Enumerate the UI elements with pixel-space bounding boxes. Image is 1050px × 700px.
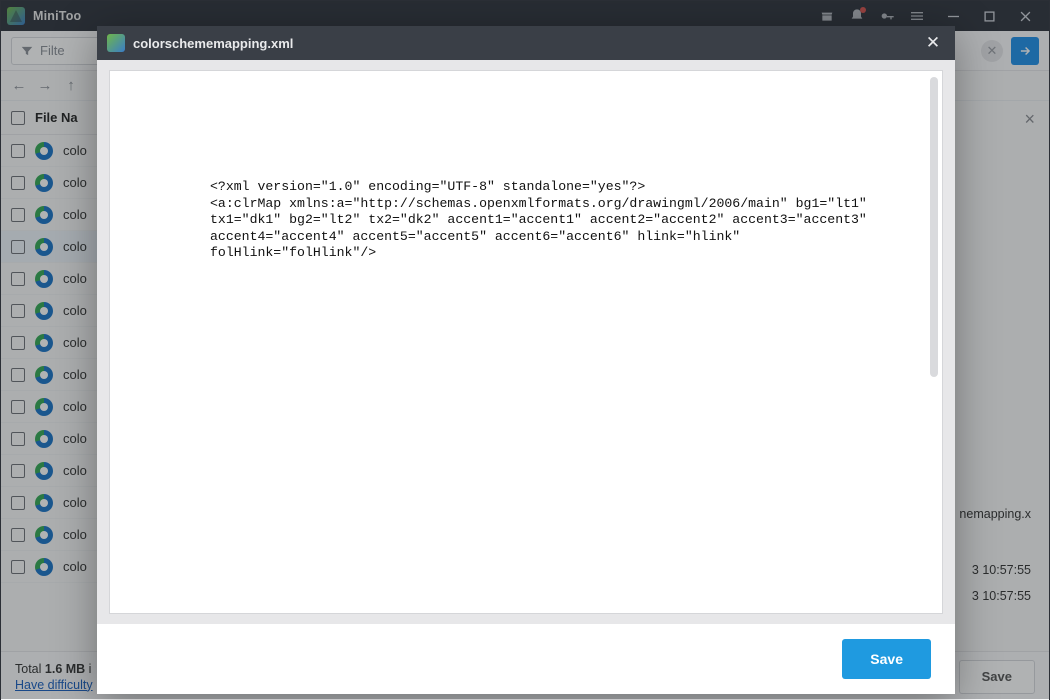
app-window: MiniToo Filte ✕ ← → ↑: [0, 0, 1050, 700]
document-preview: <?xml version="1.0" encoding="UTF-8" sta…: [109, 70, 943, 614]
xml-content[interactable]: <?xml version="1.0" encoding="UTF-8" sta…: [110, 71, 942, 262]
preview-modal: colorschememapping.xml ✕ <?xml version="…: [97, 26, 955, 694]
modal-close-button[interactable]: ✕: [921, 33, 945, 53]
modal-body: <?xml version="1.0" encoding="UTF-8" sta…: [97, 60, 955, 624]
save-button[interactable]: Save: [842, 639, 931, 679]
modal-logo-icon: [107, 34, 125, 52]
modal-header: colorschememapping.xml ✕: [97, 26, 955, 60]
modal-footer: Save: [97, 624, 955, 694]
modal-title: colorschememapping.xml: [133, 36, 293, 51]
scrollbar[interactable]: [930, 77, 938, 377]
